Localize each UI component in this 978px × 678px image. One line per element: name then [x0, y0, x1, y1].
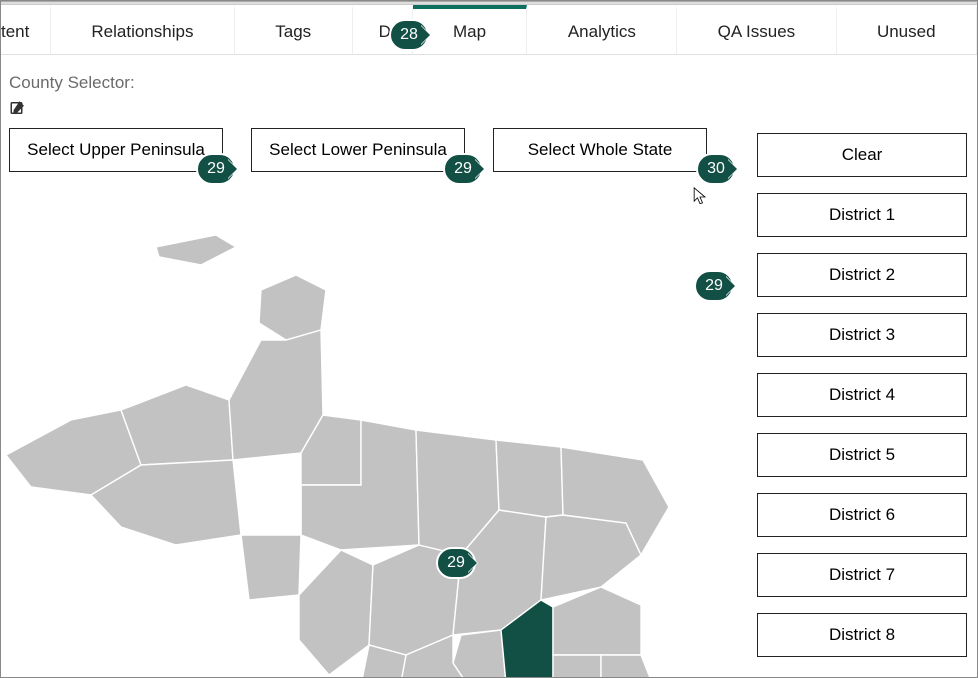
tab-tags[interactable]: Tags — [235, 5, 353, 54]
tab-relationships[interactable]: Relationships — [51, 5, 235, 54]
district-7-button[interactable]: District 7 — [757, 553, 967, 597]
county-ontonagon[interactable] — [121, 385, 233, 465]
county-montmorency[interactable] — [553, 655, 601, 677]
county-alpena[interactable] — [601, 655, 656, 677]
district-8-button[interactable]: District 8 — [757, 613, 967, 657]
district-6-button[interactable]: District 6 — [757, 493, 967, 537]
edit-icon[interactable] — [9, 99, 27, 128]
county-isle-royale[interactable] — [156, 235, 236, 265]
district-1-button[interactable]: District 1 — [757, 193, 967, 237]
county-mackinac[interactable] — [541, 515, 641, 600]
select-whole-state-button[interactable]: Select Whole State — [493, 128, 707, 172]
tab-d-partial[interactable]: D — [353, 5, 413, 54]
tabs: tent Relationships Tags D Map Analytics … — [1, 5, 977, 55]
tab-content-partial[interactable]: tent — [1, 5, 51, 54]
county-selector-label: County Selector: — [9, 73, 969, 93]
district-4-button[interactable]: District 4 — [757, 373, 967, 417]
select-lower-peninsula-button[interactable]: Select Lower Peninsula — [251, 128, 465, 172]
tab-map[interactable]: Map — [413, 5, 528, 54]
county-menominee[interactable] — [299, 550, 373, 675]
county-emmet[interactable] — [453, 630, 506, 677]
tab-analytics[interactable]: Analytics — [527, 5, 677, 54]
clear-button[interactable]: Clear — [757, 133, 967, 177]
county-luce[interactable] — [496, 440, 563, 517]
county-presque-isle[interactable] — [553, 587, 641, 655]
michigan-map[interactable] — [1, 235, 721, 677]
district-2-button[interactable]: District 2 — [757, 253, 967, 297]
county-dickinson[interactable] — [241, 485, 301, 600]
county-keweenaw[interactable] — [259, 275, 326, 340]
select-upper-peninsula-button[interactable]: Select Upper Peninsula — [9, 128, 223, 172]
district-3-button[interactable]: District 3 — [757, 313, 967, 357]
district-5-button[interactable]: District 5 — [757, 433, 967, 477]
tab-unused[interactable]: Unused — [837, 5, 977, 54]
tab-qa-issues[interactable]: QA Issues — [677, 5, 836, 54]
